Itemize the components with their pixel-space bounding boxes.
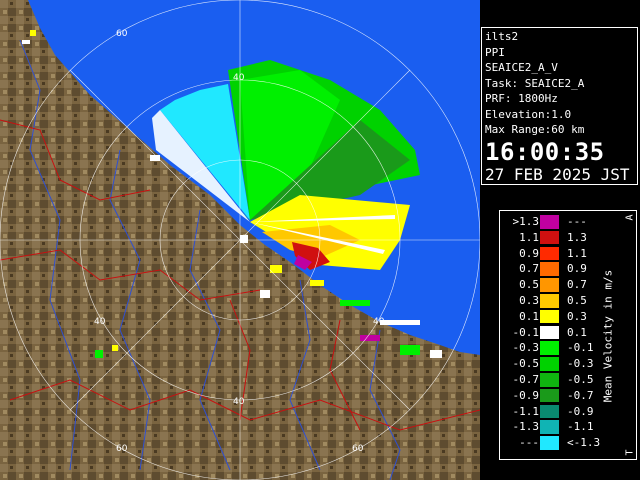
scan-date: 27 FEB 2025 JST: [485, 164, 630, 184]
legend-row: 0.3 0.5: [500, 294, 615, 308]
velocity-legend: >1.3 --- 1.1 1.3 0.9 1.1 0.7 0.9 0.5 0.7 0.3 0.5 0.1…: [499, 210, 637, 460]
legend-swatch: [540, 325, 559, 340]
legend-upper-label: <-1.3: [567, 436, 601, 450]
legend-swatch: [540, 215, 559, 229]
legend-lower-label: 0.7: [519, 262, 539, 276]
legend-upper-label: -0.3: [567, 357, 594, 371]
legend-lower-label: 0.1: [519, 309, 539, 323]
legend-row: -1.3 -1.1: [500, 420, 615, 434]
legend-swatch: [540, 262, 559, 276]
ring-label: 40: [94, 317, 106, 327]
scan-mode: PPI: [485, 45, 505, 59]
legend-lower-label: -0.3: [512, 341, 540, 355]
legend-row: -0.9 -0.7: [500, 388, 615, 403]
legend-lower-label: 0.9: [519, 246, 539, 260]
legend-upper-label: 0.9: [567, 262, 587, 276]
legend-row: -0.1 0.1: [500, 325, 615, 340]
legend-lower-label: -0.5: [512, 357, 540, 371]
legend-lower-label: -0.1: [512, 325, 540, 339]
legend-lower-label: 0.5: [519, 278, 539, 292]
legend-row: 0.7 0.9: [500, 262, 615, 276]
range-rings: [0, 0, 480, 480]
legend-lower-label: -0.9: [512, 388, 540, 402]
legend-swatch: [540, 294, 559, 308]
legend-row: -0.5 -0.3: [500, 357, 615, 371]
ring-label: 40: [233, 397, 245, 407]
scan-info-panel: ilts2 PPI SEAICE2_A_V Task: SEAICE2_A PR…: [481, 27, 638, 185]
ring-label: 40: [233, 73, 245, 83]
ring-label: 60: [116, 444, 128, 454]
legend-row: >1.3 ---: [500, 215, 615, 229]
legend-swatch: [540, 278, 559, 292]
ring-label: 60: [352, 444, 364, 454]
legend-title-text: Mean Velocity in m/s: [601, 269, 615, 403]
legend-upper-label: 1.1: [567, 246, 587, 260]
task-name: Task: SEAICE2_A: [485, 76, 585, 90]
legend-swatch: [540, 309, 559, 324]
prf-value: PRF: 1800Hz: [485, 92, 558, 105]
legend-swatch: [540, 246, 559, 261]
legend-swatch: [540, 436, 559, 450]
legend-row: --- <-1.3: [500, 436, 615, 450]
site-name: ilts2: [485, 30, 519, 43]
legend-upper-label: -0.5: [567, 373, 594, 386]
legend-lower-label: -1.1: [512, 404, 540, 418]
legend-swatch: [540, 230, 559, 245]
legend-row: -0.7 -0.5: [500, 373, 615, 387]
legend-corner-top: A: [624, 214, 636, 221]
legend-row: -0.3 -0.1: [500, 341, 615, 355]
legend-upper-label: -0.1: [567, 341, 594, 355]
legend-title: Mean Velocity in m/s: [600, 216, 616, 456]
legend-row: 0.5 0.7: [500, 278, 615, 292]
legend-lower-label: -1.3: [512, 420, 540, 434]
legend-upper-label: -0.7: [567, 388, 594, 402]
legend-upper-label: -1.1: [567, 420, 594, 434]
legend-lower-label: 1.1: [519, 230, 539, 244]
radar-ppi-map[interactable]: 60 40 40 40 40 60 60: [0, 0, 480, 480]
legend-row: 1.1 1.3: [500, 230, 615, 245]
scan-name: SEAICE2_A_V: [485, 61, 558, 74]
legend-swatch: [540, 373, 559, 387]
legend-corner-bottom: T: [624, 449, 636, 456]
scan-time: 16:00:35: [485, 137, 605, 166]
legend-row: 0.9 1.1: [500, 246, 615, 261]
legend-row: 0.1 0.3: [500, 309, 615, 324]
legend-upper-label: 0.5: [567, 294, 587, 307]
elevation-value: Elevation:1.0: [485, 107, 572, 121]
legend-lower-label: -0.7: [512, 373, 540, 386]
legend-swatch: [540, 357, 559, 371]
legend-lower-label: ---: [519, 436, 539, 450]
legend-swatch: [540, 341, 559, 355]
legend-lower-label: 0.3: [519, 294, 539, 307]
ring-label: 40: [373, 317, 385, 327]
legend-upper-label: 1.3: [567, 230, 587, 244]
legend-upper-label: 0.3: [567, 309, 587, 323]
legend-upper-label: ---: [567, 215, 587, 228]
legend-upper-label: -0.9: [567, 404, 594, 418]
legend-row: -1.1 -0.9: [500, 404, 615, 419]
max-range-value: Max Range:60 km: [485, 123, 585, 136]
legend-swatch: [540, 388, 559, 403]
legend-lower-label: >1.3: [512, 215, 540, 228]
legend-upper-label: 0.7: [567, 278, 587, 292]
legend-swatch: [540, 420, 559, 434]
legend-upper-label: 0.1: [567, 325, 587, 339]
ring-label: 60: [116, 29, 128, 39]
legend-swatch: [540, 404, 559, 419]
